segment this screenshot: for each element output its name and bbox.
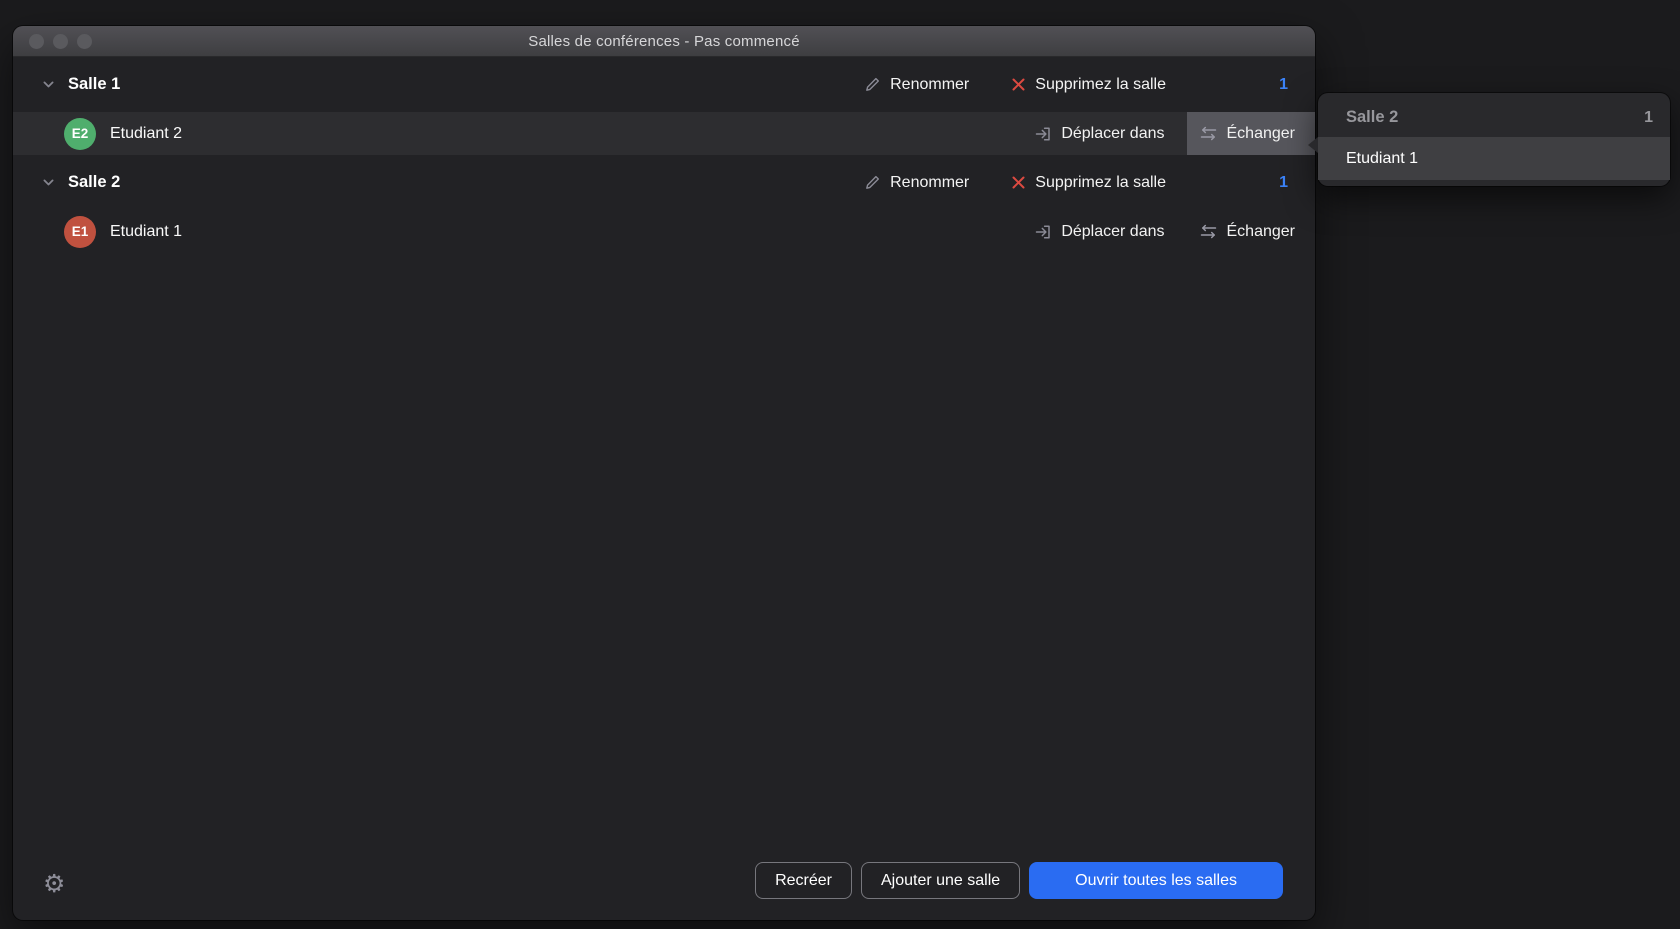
rename-label: Renommer	[890, 76, 969, 94]
rename-label: Renommer	[890, 174, 969, 192]
participant-count-badge: 1	[1276, 76, 1288, 94]
red-x-icon	[1011, 175, 1026, 190]
room-header-salle-1: Salle 1 Renommer Supprimez la salle 1	[13, 57, 1315, 112]
exchange-label: Échanger	[1227, 125, 1296, 143]
traffic-lights	[29, 34, 92, 49]
breakout-rooms-window: Salles de conférences - Pas commencé Sal…	[13, 26, 1315, 920]
open-all-rooms-button[interactable]: Ouvrir toutes les salles	[1029, 862, 1283, 899]
rename-room-button[interactable]: Renommer	[864, 76, 969, 94]
exchange-label: Échanger	[1227, 223, 1296, 241]
popup-beak	[1308, 137, 1318, 153]
delete-room-button[interactable]: Supprimez la salle	[1011, 76, 1166, 94]
avatar: E2	[64, 118, 96, 150]
participant-name: Etudiant 2	[110, 125, 182, 143]
move-to-label: Déplacer dans	[1061, 125, 1164, 143]
popup-room-count: 1	[1644, 109, 1653, 127]
swap-arrows-icon	[1199, 224, 1218, 239]
add-room-button[interactable]: Ajouter une salle	[861, 862, 1020, 899]
settings-gear-icon[interactable]: ⚙	[43, 871, 65, 896]
room-name: Salle 1	[68, 75, 120, 94]
room-header-salle-2: Salle 2 Renommer Supprimez la salle 1	[13, 155, 1315, 210]
minimize-button[interactable]	[53, 34, 68, 49]
red-x-icon	[1011, 77, 1026, 92]
avatar: E1	[64, 216, 96, 248]
popup-room-header: Salle 2 1	[1318, 93, 1670, 137]
rename-room-button[interactable]: Renommer	[864, 174, 969, 192]
move-to-button[interactable]: Déplacer dans	[1034, 210, 1164, 253]
move-into-icon	[1034, 223, 1052, 241]
exchange-button[interactable]: Échanger	[1187, 210, 1316, 253]
title-bar: Salles de conférences - Pas commencé	[13, 26, 1315, 57]
swap-arrows-icon	[1199, 126, 1218, 141]
window-title: Salles de conférences - Pas commencé	[528, 33, 800, 50]
chevron-down-icon[interactable]	[41, 175, 56, 190]
recreate-button[interactable]: Recréer	[755, 862, 852, 899]
delete-room-button[interactable]: Supprimez la salle	[1011, 174, 1166, 192]
footer-buttons: Recréer Ajouter une salle Ouvrir toutes …	[755, 862, 1283, 899]
participant-row-etudiant-2[interactable]: E2 Etudiant 2 Déplacer dans Échanger	[13, 112, 1315, 155]
chevron-down-icon[interactable]	[41, 77, 56, 92]
zoom-button[interactable]	[77, 34, 92, 49]
participant-row-etudiant-1[interactable]: E1 Etudiant 1 Déplacer dans Échanger	[13, 210, 1315, 253]
move-into-icon	[1034, 125, 1052, 143]
pencil-icon	[864, 76, 881, 93]
move-to-button[interactable]: Déplacer dans	[1034, 112, 1164, 155]
popup-room-name: Salle 2	[1346, 108, 1398, 127]
exchange-button[interactable]: Échanger	[1187, 112, 1316, 155]
close-button[interactable]	[29, 34, 44, 49]
swap-target-popup: Salle 2 1 Etudiant 1	[1318, 93, 1670, 186]
popup-participant-option[interactable]: Etudiant 1	[1318, 137, 1670, 180]
pencil-icon	[864, 174, 881, 191]
delete-label: Supprimez la salle	[1035, 174, 1166, 192]
delete-label: Supprimez la salle	[1035, 76, 1166, 94]
participant-name: Etudiant 1	[110, 223, 182, 241]
room-name: Salle 2	[68, 173, 120, 192]
move-to-label: Déplacer dans	[1061, 223, 1164, 241]
participant-count-badge: 1	[1276, 174, 1288, 192]
